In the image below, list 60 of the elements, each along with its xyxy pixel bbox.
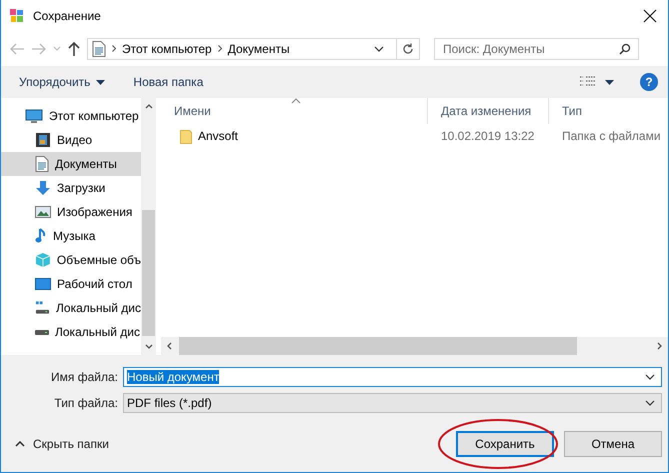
horizontal-scrollbar[interactable] [161, 337, 668, 355]
sidebar-item[interactable]: Видео [1, 128, 141, 152]
address-bar[interactable]: Этот компьютер Документы [87, 38, 420, 60]
organize-menu-button[interactable]: Упорядочить [19, 71, 106, 93]
sort-caret-icon [291, 98, 301, 104]
cube-icon [35, 252, 51, 268]
chevron-down-icon [374, 46, 384, 52]
search-field[interactable]: Поиск: Документы [434, 38, 639, 60]
file-name-field[interactable]: Новый документ [123, 367, 662, 387]
desktop-icon [35, 277, 51, 291]
document-icon [92, 40, 106, 56]
document-icon [35, 156, 49, 172]
sidebar-item[interactable]: Документы [1, 152, 141, 176]
sidebar-item[interactable]: Объемные объ [1, 248, 141, 272]
dropdown-chevron-icon [645, 374, 655, 380]
file-type-dropdown[interactable]: PDF files (*.pdf) [123, 393, 662, 413]
caret-icon [96, 80, 106, 84]
sidebar-item[interactable]: Этот компьютер [1, 104, 141, 128]
help-button[interactable]: ? [640, 73, 658, 91]
column-header[interactable]: Дата изменения [428, 98, 549, 124]
folder-icon [180, 128, 192, 144]
new-folder-button[interactable]: Новая папка [133, 71, 204, 93]
drive-icon [35, 300, 50, 316]
sidebar-item[interactable]: Изображения [1, 200, 141, 224]
sidebar-item[interactable]: Музыка [1, 224, 141, 248]
down-arrow-icon [35, 180, 51, 196]
drive-icon [35, 330, 49, 334]
up-arrow-icon[interactable] [67, 40, 81, 56]
file-name-cell[interactable]: Anvsoft [161, 128, 428, 144]
scroll-down-icon[interactable] [144, 344, 152, 349]
column-header[interactable]: Имени [161, 98, 428, 124]
music-note-icon [35, 228, 47, 244]
file-name-label: Имя файла: [50, 370, 119, 384]
scroll-left-icon[interactable] [167, 342, 172, 350]
sidebar-item[interactable]: Загрузки [1, 176, 141, 200]
scroll-up-icon[interactable] [144, 104, 152, 109]
window-title: Сохранение [33, 8, 102, 22]
breadcrumb[interactable]: Этот компьютер [122, 42, 212, 56]
type-cell-text: Папка с файлами [561, 129, 661, 143]
picture-icon [35, 205, 51, 219]
breadcrumb[interactable]: Документы [228, 42, 290, 56]
chevron-up-icon [15, 441, 25, 447]
date-cell-text: 10.02.2019 13:22 [440, 129, 536, 143]
sidebar-item[interactable]: Локальный дис [1, 296, 141, 320]
film-icon [35, 132, 51, 148]
save-button[interactable]: Сохранить [456, 431, 554, 457]
file-type-label: Тип файла: [53, 396, 119, 410]
dropdown-chevron-icon [645, 400, 655, 406]
breadcrumb-separator-icon [112, 45, 116, 52]
column-header[interactable]: Тип [549, 98, 668, 124]
caret-icon [605, 80, 614, 84]
app-logo-icon [9, 8, 25, 24]
monitor-icon [25, 108, 43, 124]
cancel-button[interactable]: Отмена [564, 431, 662, 457]
scroll-right-icon[interactable] [657, 342, 662, 350]
search-icon [619, 42, 631, 54]
sidebar-item[interactable]: Рабочий стол [1, 272, 141, 296]
sidebar-item[interactable]: Локальный дис [1, 320, 141, 344]
breadcrumb-separator-icon [218, 45, 222, 52]
hide-folders-button[interactable]: Скрыть папки [15, 437, 109, 451]
